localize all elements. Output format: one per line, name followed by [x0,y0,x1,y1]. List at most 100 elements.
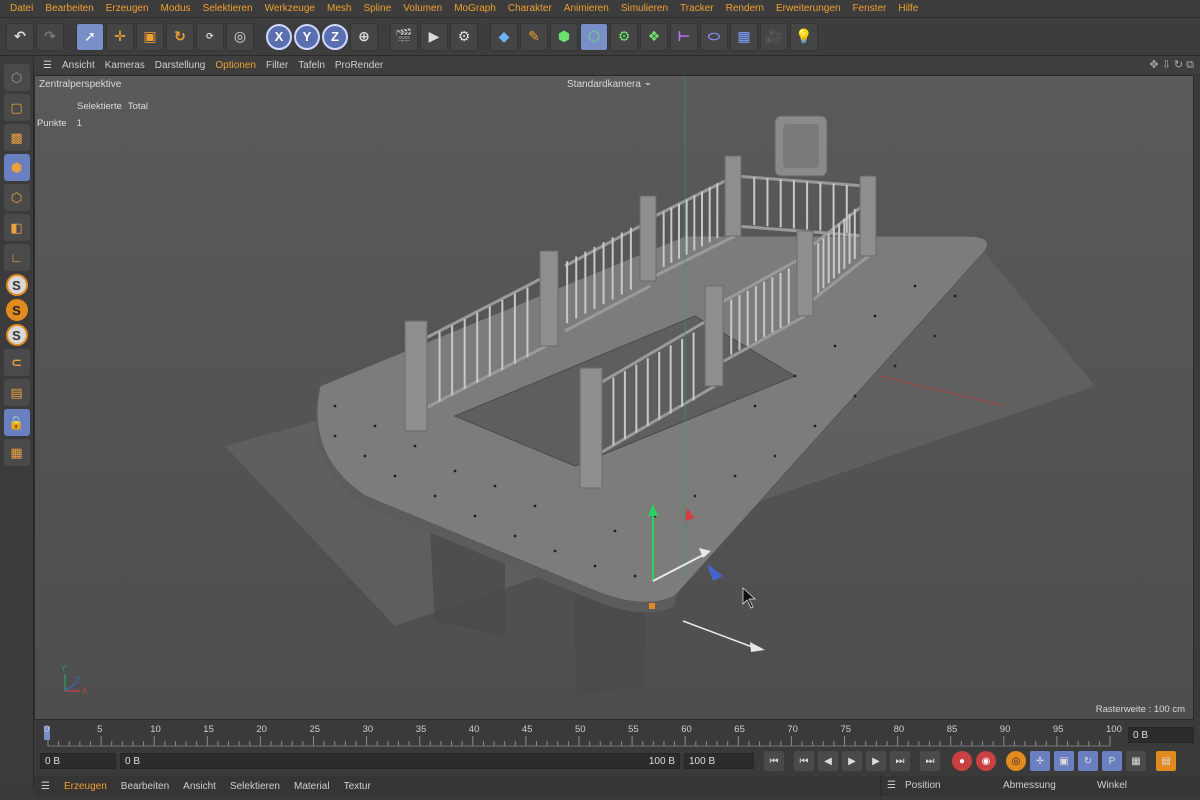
hamburger-icon[interactable]: ☰ [38,60,57,71]
undo-icon[interactable]: ↶ [6,22,34,51]
3d-viewport[interactable]: Zentralperspektive Standardkamera ⌁ Sele… [34,75,1194,720]
keyframe-selection-icon[interactable]: ◎ [1006,751,1026,771]
current-frame-field[interactable]: 0 B [1128,727,1194,743]
menu-hilfe[interactable]: Hilfe [892,3,924,14]
recent-tools-icon[interactable]: ⟳ [196,22,224,51]
menu-volumen[interactable]: Volumen [397,3,448,14]
coord-size-tab[interactable]: Abmessung [1003,780,1056,791]
render-picture-viewer-icon[interactable]: ▶ [420,22,448,51]
mesh-point[interactable] [413,444,417,448]
snap-settings-icon[interactable]: S [5,299,28,321]
model-mode-icon[interactable]: ▢ [3,94,30,121]
material-menu-erzeugen[interactable]: Erzeugen [57,781,114,792]
mesh-point[interactable] [953,294,957,298]
mesh-point[interactable] [363,454,367,458]
next-frame-icon[interactable]: ▶ [866,751,886,771]
menu-charakter[interactable]: Charakter [502,3,558,14]
axis-z-button[interactable]: Z [322,23,348,50]
mesh-point[interactable] [533,504,537,508]
world-coordinate-icon[interactable]: ⊕ [350,22,378,51]
material-menu-material[interactable]: Material [287,781,337,792]
menu-mesh[interactable]: Mesh [321,3,357,14]
make-editable-icon[interactable]: ⬡ [3,64,30,91]
subdivision-icon[interactable]: ⬢ [550,22,578,51]
viewport-menu-optionen[interactable]: Optionen [210,60,261,71]
render-view-icon[interactable]: 🎬 [390,22,418,51]
viewport-menu-prorender[interactable]: ProRender [330,60,388,71]
axis-x-button[interactable]: X [266,23,292,50]
mograph-cloner-icon[interactable]: ❖ [640,22,668,51]
grid-icon[interactable]: ▦ [3,439,30,466]
parameter-key-icon[interactable]: P [1102,751,1122,771]
previous-keyframe-icon[interactable]: ⏮ [794,751,814,771]
move-icon[interactable]: ✛ [106,22,134,51]
coord-position-tab[interactable]: Position [905,780,941,791]
point-level-icon[interactable]: ▦ [1126,751,1146,771]
menu-spline[interactable]: Spline [357,3,397,14]
menu-erzeugen[interactable]: Erzeugen [100,3,155,14]
mesh-point[interactable] [753,404,757,408]
menu-bearbeiten[interactable]: Bearbeiten [39,3,99,14]
rotation-key-icon[interactable]: ↻ [1078,751,1098,771]
mesh-point[interactable] [493,484,497,488]
viewport-menu-darstellung[interactable]: Darstellung [150,60,211,71]
timeline-window-icon[interactable]: ▤ [1156,751,1176,771]
start-frame-field[interactable]: 0 B [40,753,116,769]
polygons-mode-icon[interactable]: ◧ [3,214,30,241]
mesh-point[interactable] [453,469,457,473]
mesh-point[interactable] [773,454,777,458]
timeline-ruler[interactable]: 0 5 10 15 20 25 30 35 40 45 50 55 60 65 70 75 80 85 90 95 10… [34,722,1200,748]
viewport-menu-tafeln[interactable]: Tafeln [293,60,330,71]
camera-name-label[interactable]: Standardkamera [567,79,641,90]
next-keyframe-icon[interactable]: ⏭ [890,751,910,771]
menu-modus[interactable]: Modus [155,3,197,14]
mesh-point[interactable] [833,344,837,348]
range-slider[interactable]: 0 B 100 B [120,753,680,769]
hamburger-icon[interactable]: ☰ [887,780,896,791]
previous-frame-icon[interactable]: ◀ [818,751,838,771]
position-key-icon[interactable]: ✛ [1030,751,1050,771]
mesh-point[interactable] [693,494,697,498]
mesh-point[interactable] [853,394,857,398]
scale-key-icon[interactable]: ▣ [1054,751,1074,771]
select-arrow-icon[interactable]: ➚ [76,22,104,51]
snap-icon[interactable]: S [5,274,28,296]
texture-mode-icon[interactable]: ▩ [3,124,30,151]
render-settings-icon[interactable]: ⚙ [450,22,478,51]
material-menu-selektieren[interactable]: Selektieren [223,781,287,792]
deformer-icon[interactable]: ⊢ [670,22,698,51]
menu-fenster[interactable]: Fenster [846,3,892,14]
edges-mode-icon[interactable]: ⬡ [3,184,30,211]
mesh-point[interactable] [593,564,597,568]
menu-datei[interactable]: Datei [4,3,39,14]
live-select-icon[interactable]: ◎ [226,22,254,51]
menu-rendern[interactable]: Rendern [720,3,770,14]
menu-erweiterungen[interactable]: Erweiterungen [770,3,846,14]
redo-icon[interactable]: ↷ [36,22,64,51]
mesh-point[interactable] [873,314,877,318]
hamburger-icon[interactable]: ☰ [34,781,57,792]
axis-mode-icon[interactable]: ∟ [3,244,30,271]
mesh-point[interactable] [513,534,517,538]
magnet-icon[interactable]: ⊂ [3,349,30,376]
material-menu-textur[interactable]: Textur [337,781,378,792]
mesh-point[interactable] [333,434,337,438]
autokey-icon[interactable]: ◉ [976,751,996,771]
field-icon[interactable]: ⬭ [700,22,728,51]
mesh-point[interactable] [613,529,617,533]
axis-y-button[interactable]: Y [294,23,320,50]
menu-selektieren[interactable]: Selektieren [197,3,259,14]
mesh-point[interactable] [473,514,477,518]
light-icon[interactable]: 💡 [790,22,818,51]
camera-icon[interactable]: 🎥 [760,22,788,51]
workplane-icon[interactable]: ▤ [3,379,30,406]
viewport-menu-ansicht[interactable]: Ansicht [57,60,100,71]
viewport-menu-kameras[interactable]: Kameras [100,60,150,71]
viewport-navigation-icons[interactable]: ✥ ⇩ ↻ ⧉ [1149,58,1200,72]
rotate-icon[interactable]: ↻ [166,22,194,51]
mesh-point[interactable] [933,334,937,338]
pen-spline-icon[interactable]: ✎ [520,22,548,51]
record-keys-icon[interactable]: ● [952,751,972,771]
menu-mograph[interactable]: MoGraph [448,3,502,14]
mesh-point[interactable] [733,474,737,478]
